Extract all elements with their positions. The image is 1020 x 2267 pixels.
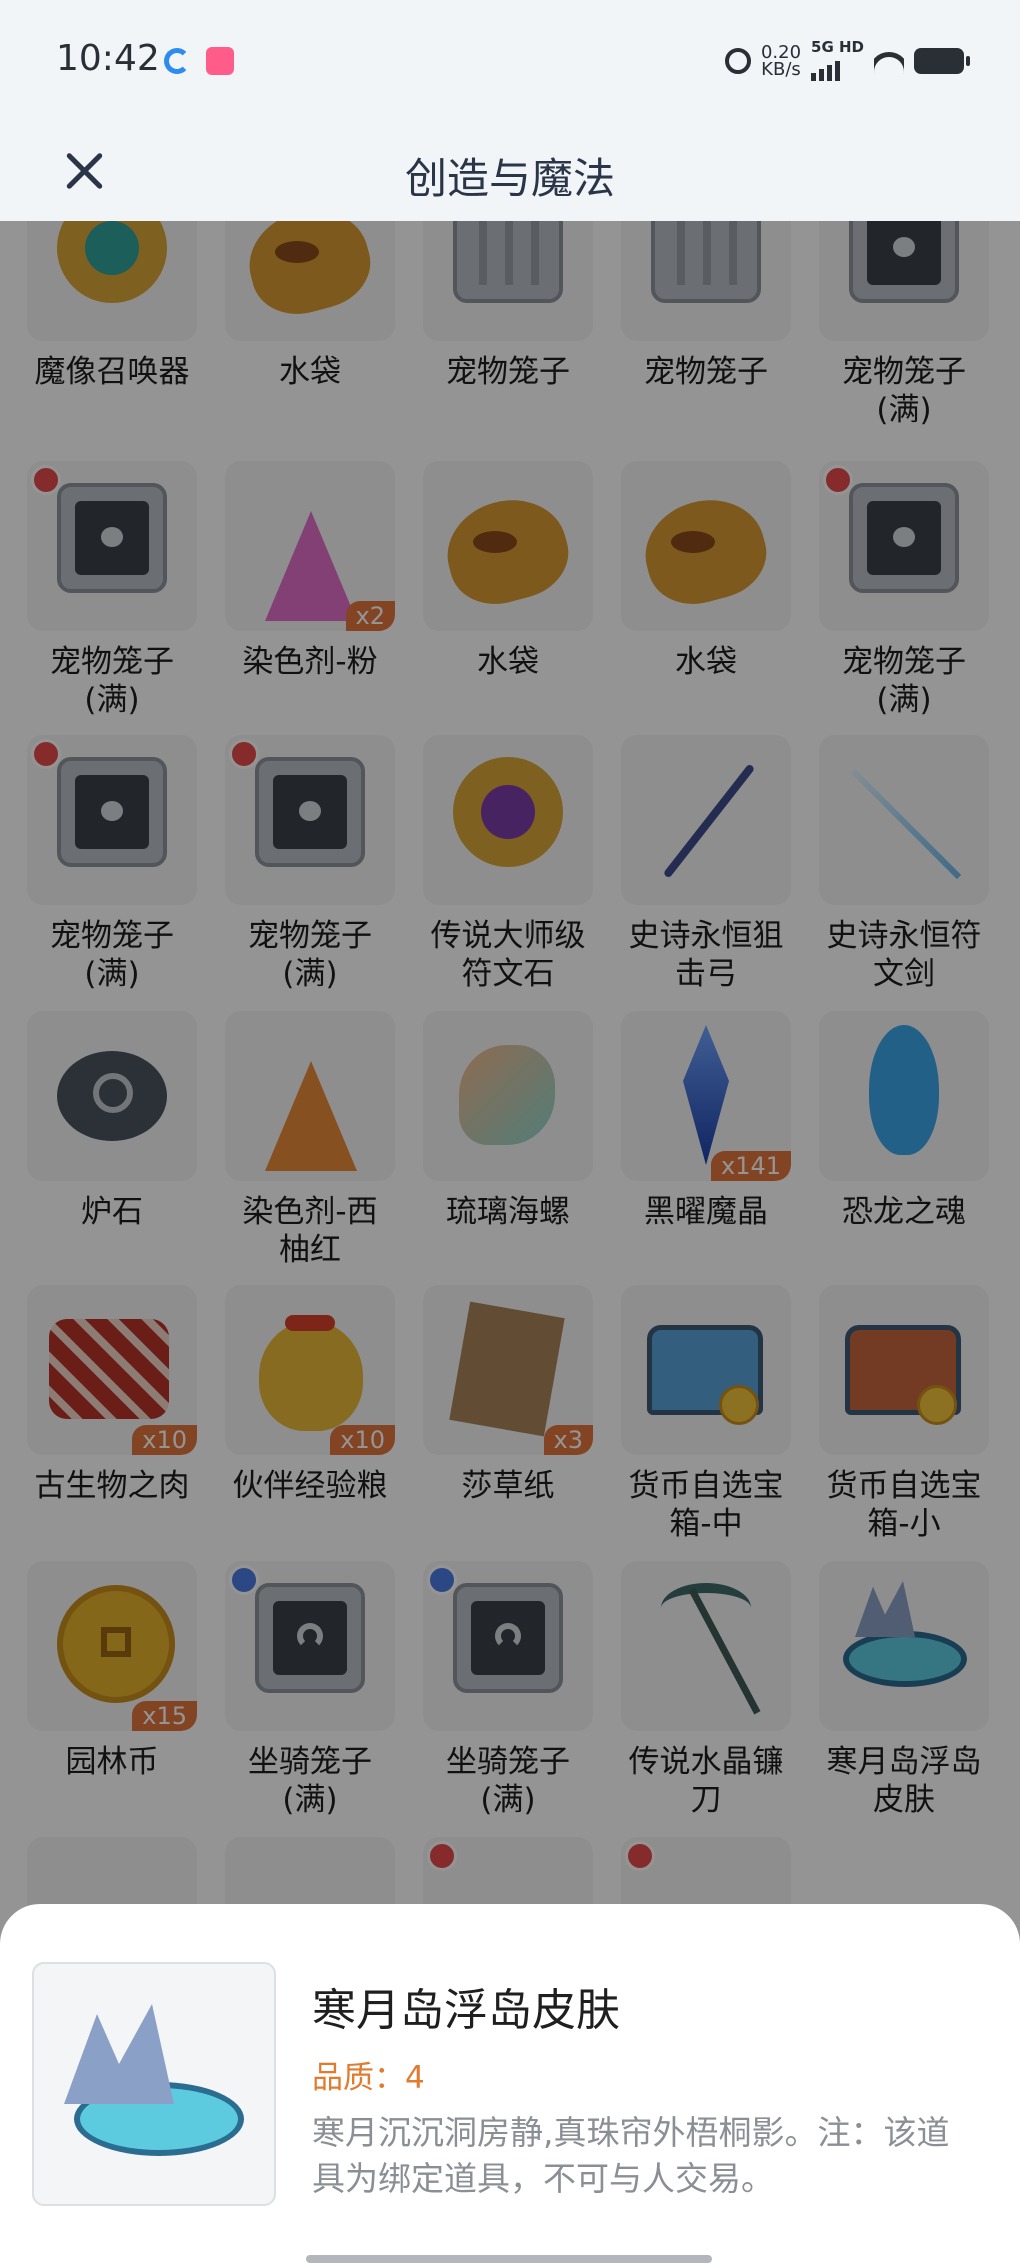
floating-island-icon (32, 1962, 276, 2206)
page-title: 创造与魔法 (404, 154, 615, 203)
title-bar: 创造与魔法 (0, 125, 1020, 221)
network-speed-unit: KB/s (761, 58, 801, 80)
app-notification-icon (206, 47, 234, 75)
wifi-icon (874, 48, 904, 74)
detail-title: 寒月岛浮岛皮肤 (312, 1985, 620, 2036)
signal-icon (811, 55, 864, 81)
cellular-group: 5G HD (811, 40, 864, 81)
status-time: 10:42 (56, 38, 160, 79)
browser-notification-icon (164, 48, 190, 74)
status-indicators: 0.20 KB/s 5G HD (724, 40, 970, 81)
detail-description: 寒月沉沉洞房静,真珠帘外梧桐影。注：该道具为绑定道具，不可与人交易。 (312, 2113, 950, 2198)
network-type: 5G HD (811, 38, 864, 56)
network-speed-value: 0.20 (760, 41, 802, 63)
detail-quality: 品质：4 (312, 2060, 425, 2096)
alarm-icon (724, 47, 751, 74)
status-bar: 10:42 0.20 KB/s 5G HD (0, 0, 1020, 125)
home-indicator[interactable] (306, 2255, 712, 2263)
battery-icon (914, 47, 970, 74)
item-detail-sheet: 寒月岛浮岛皮肤 品质：4 寒月沉沉洞房静,真珠帘外梧桐影。注：该道具为绑定道具，… (0, 1904, 1020, 2267)
network-speed: 0.20 KB/s (760, 41, 802, 80)
